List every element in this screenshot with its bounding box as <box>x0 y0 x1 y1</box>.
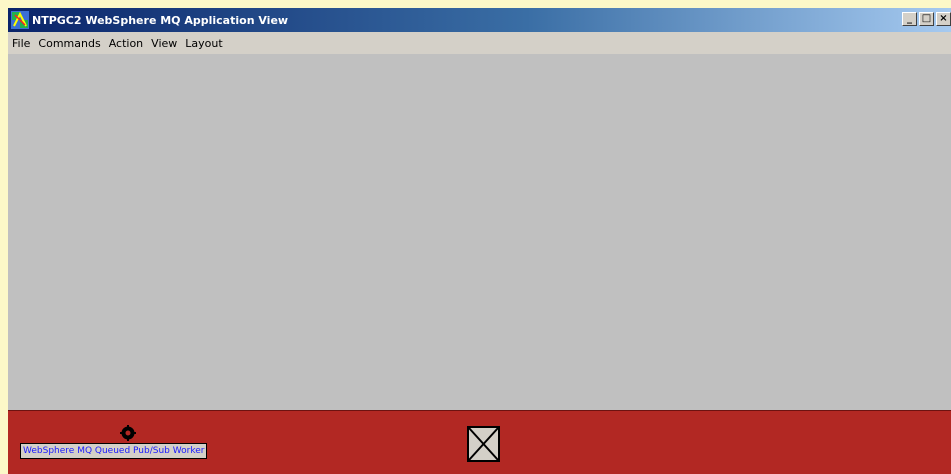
desktop-background: NTPGC2 WebSphere MQ Application View _ □… <box>0 0 951 474</box>
menu-action[interactable]: Action <box>105 37 147 50</box>
menu-commands[interactable]: Commands <box>34 37 104 50</box>
maximize-button[interactable]: □ <box>919 12 934 26</box>
close-button[interactable]: × <box>936 12 951 26</box>
application-window: NTPGC2 WebSphere MQ Application View _ □… <box>8 8 951 474</box>
menu-file[interactable]: File <box>8 37 34 50</box>
menu-view[interactable]: View <box>147 37 181 50</box>
worker-node-label[interactable]: WebSphere MQ Queued Pub/Sub Worker <box>20 443 208 459</box>
menu-bar: File Commands Action View Layout <box>8 32 951 54</box>
workers-panel[interactable]: WebSphere MQ Queued Pub/Sub Worker <box>8 410 951 474</box>
application-view-canvas[interactable] <box>8 54 951 410</box>
title-bar[interactable]: NTPGC2 WebSphere MQ Application View _ □… <box>8 8 951 32</box>
window-controls: _ □ × <box>900 12 951 26</box>
broken-node-icon[interactable] <box>467 426 500 462</box>
window-title: NTPGC2 WebSphere MQ Application View <box>32 13 289 27</box>
minimize-button[interactable]: _ <box>902 12 917 26</box>
gear-node-icon[interactable] <box>120 425 136 441</box>
mq-app-icon[interactable] <box>11 11 29 29</box>
menu-layout[interactable]: Layout <box>181 37 226 50</box>
